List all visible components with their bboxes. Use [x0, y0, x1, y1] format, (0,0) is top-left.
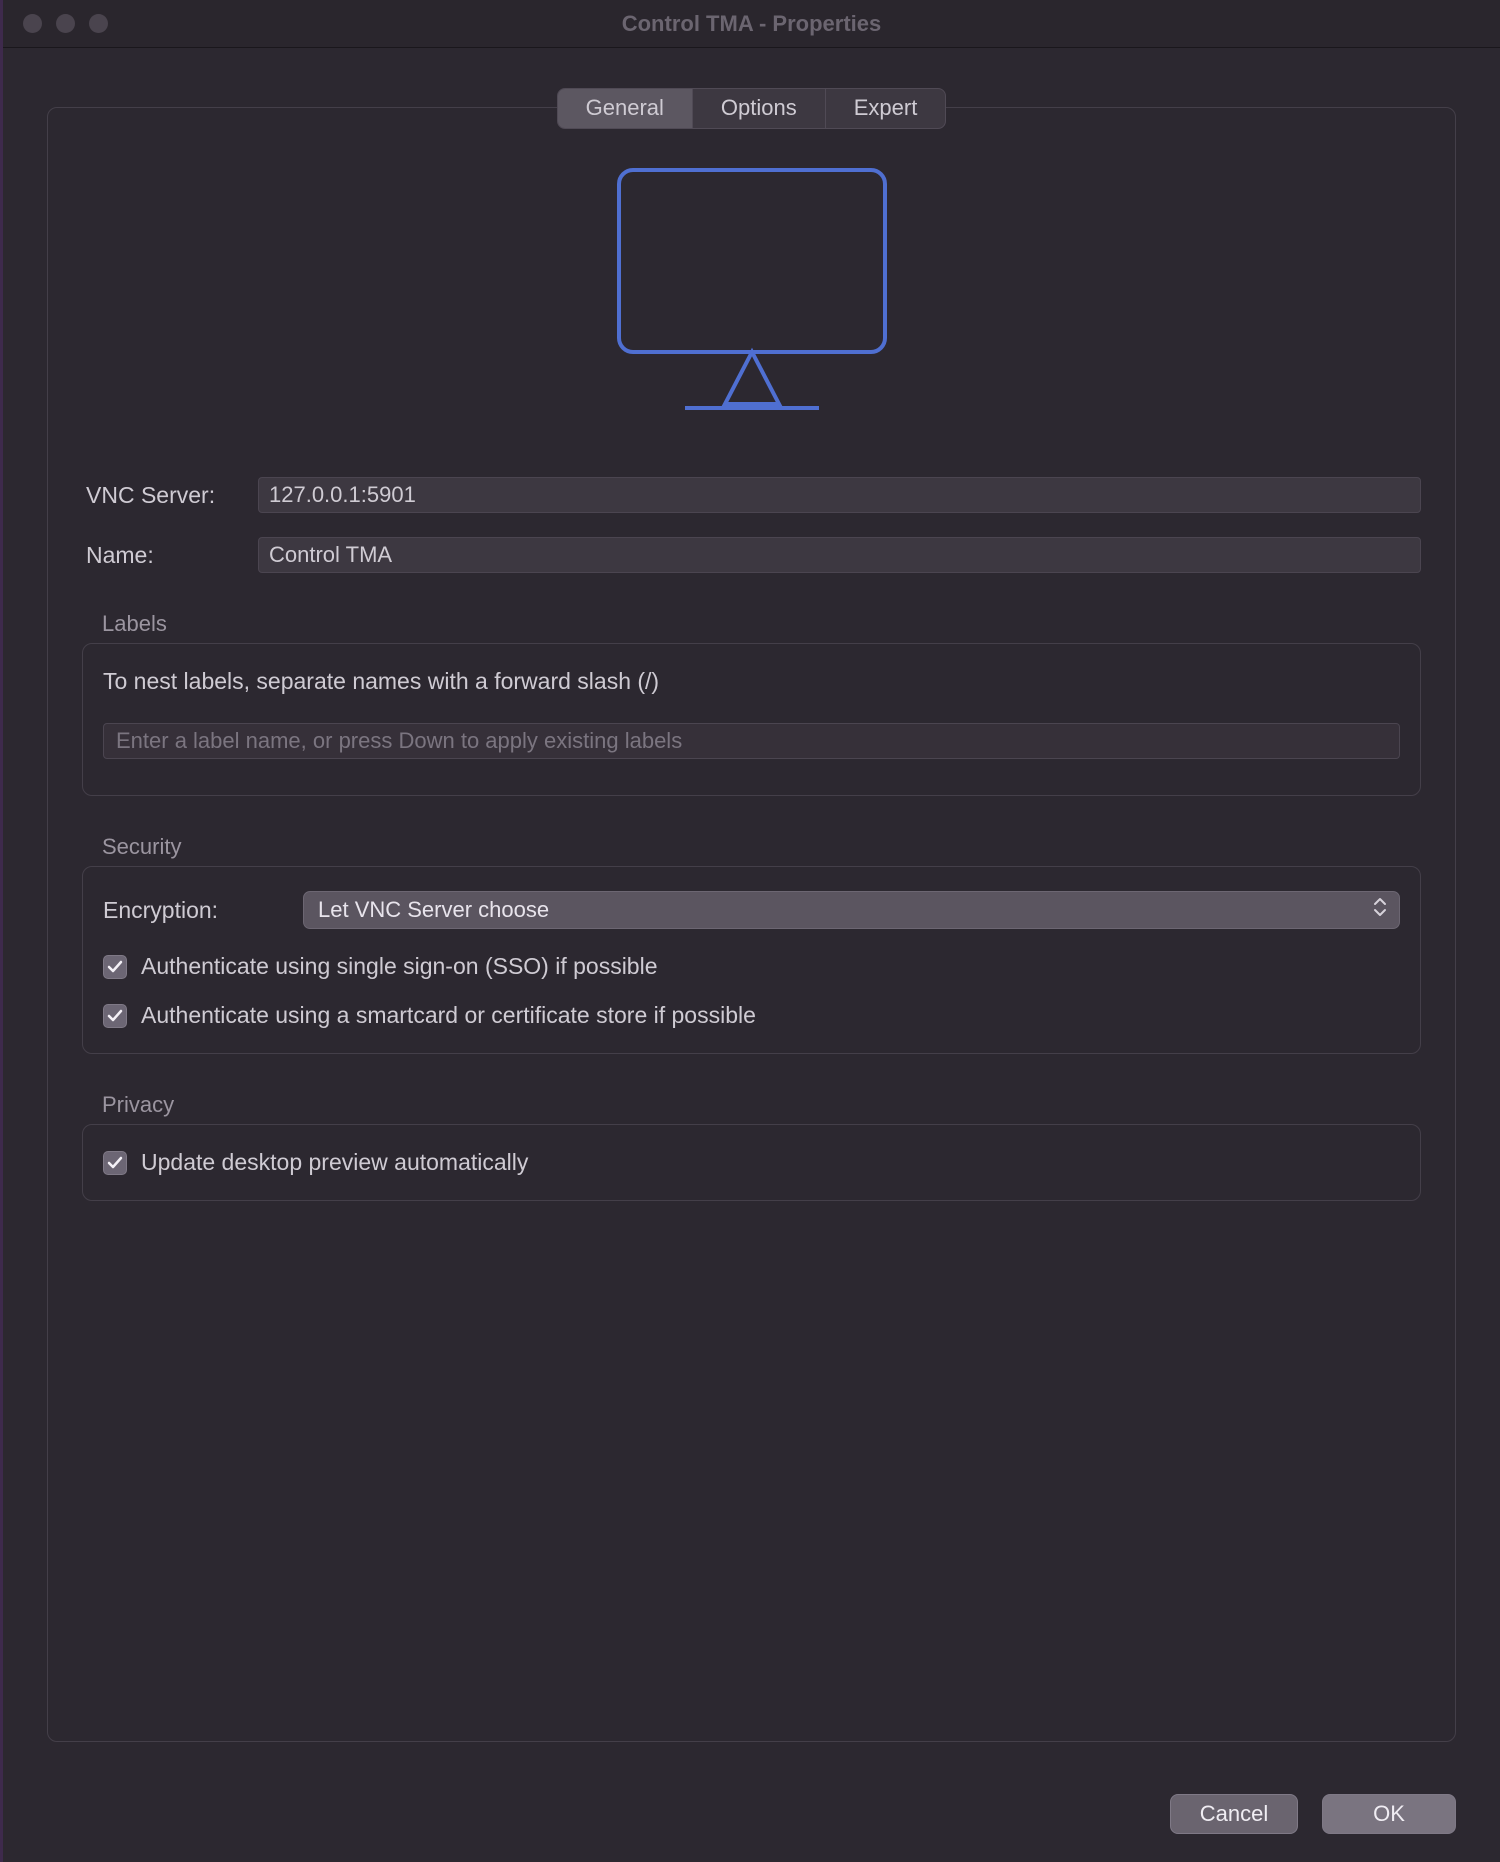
- check-icon: [107, 1008, 123, 1024]
- tab-options[interactable]: Options: [693, 89, 826, 128]
- sso-row: Authenticate using single sign-on (SSO) …: [103, 953, 1400, 980]
- labels-hint: To nest labels, separate names with a fo…: [103, 668, 1400, 695]
- privacy-group: Update desktop preview automatically: [82, 1124, 1421, 1201]
- content-area: General Options Expert VNC Server: Name:: [3, 48, 1500, 1770]
- security-group: Encryption: Let VNC Server choose: [82, 866, 1421, 1054]
- monitor-icon: [617, 168, 887, 421]
- check-icon: [107, 959, 123, 975]
- preview-row: Update desktop preview automatically: [103, 1149, 1400, 1176]
- tab-expert[interactable]: Expert: [826, 89, 946, 128]
- properties-window: Control TMA - Properties General Options…: [0, 0, 1500, 1862]
- security-group-title: Security: [102, 834, 1421, 860]
- sso-label: Authenticate using single sign-on (SSO) …: [141, 953, 658, 980]
- window-title: Control TMA - Properties: [3, 11, 1500, 37]
- window-controls: [3, 14, 108, 33]
- encryption-label: Encryption:: [103, 897, 303, 924]
- smartcard-label: Authenticate using a smartcard or certif…: [141, 1002, 756, 1029]
- vnc-server-input[interactable]: [258, 477, 1421, 513]
- smartcard-checkbox[interactable]: [103, 1004, 127, 1028]
- cancel-button[interactable]: Cancel: [1170, 1794, 1298, 1834]
- zoom-window-button[interactable]: [89, 14, 108, 33]
- labels-input[interactable]: [103, 723, 1400, 759]
- preview-checkbox[interactable]: [103, 1151, 127, 1175]
- encryption-row: Encryption: Let VNC Server choose: [103, 891, 1400, 929]
- labels-group: To nest labels, separate names with a fo…: [82, 643, 1421, 796]
- close-window-button[interactable]: [23, 14, 42, 33]
- name-input[interactable]: [258, 537, 1421, 573]
- general-panel: VNC Server: Name: Labels To nest labels,…: [47, 107, 1456, 1742]
- vnc-server-label: VNC Server:: [82, 482, 258, 509]
- minimize-window-button[interactable]: [56, 14, 75, 33]
- smartcard-row: Authenticate using a smartcard or certif…: [103, 1002, 1400, 1029]
- ok-button[interactable]: OK: [1322, 1794, 1456, 1834]
- check-icon: [107, 1155, 123, 1171]
- name-label: Name:: [82, 542, 258, 569]
- encryption-value: Let VNC Server choose: [318, 897, 549, 923]
- tab-general[interactable]: General: [558, 89, 693, 128]
- name-row: Name:: [82, 537, 1421, 573]
- privacy-group-title: Privacy: [102, 1092, 1421, 1118]
- preview-label: Update desktop preview automatically: [141, 1149, 528, 1176]
- sso-checkbox[interactable]: [103, 955, 127, 979]
- updown-icon: [1373, 896, 1387, 924]
- footer: Cancel OK: [3, 1770, 1500, 1862]
- tabbar: General Options Expert: [557, 88, 947, 129]
- vnc-server-row: VNC Server:: [82, 477, 1421, 513]
- encryption-select[interactable]: Let VNC Server choose: [303, 891, 1400, 929]
- titlebar: Control TMA - Properties: [3, 0, 1500, 48]
- labels-group-title: Labels: [102, 611, 1421, 637]
